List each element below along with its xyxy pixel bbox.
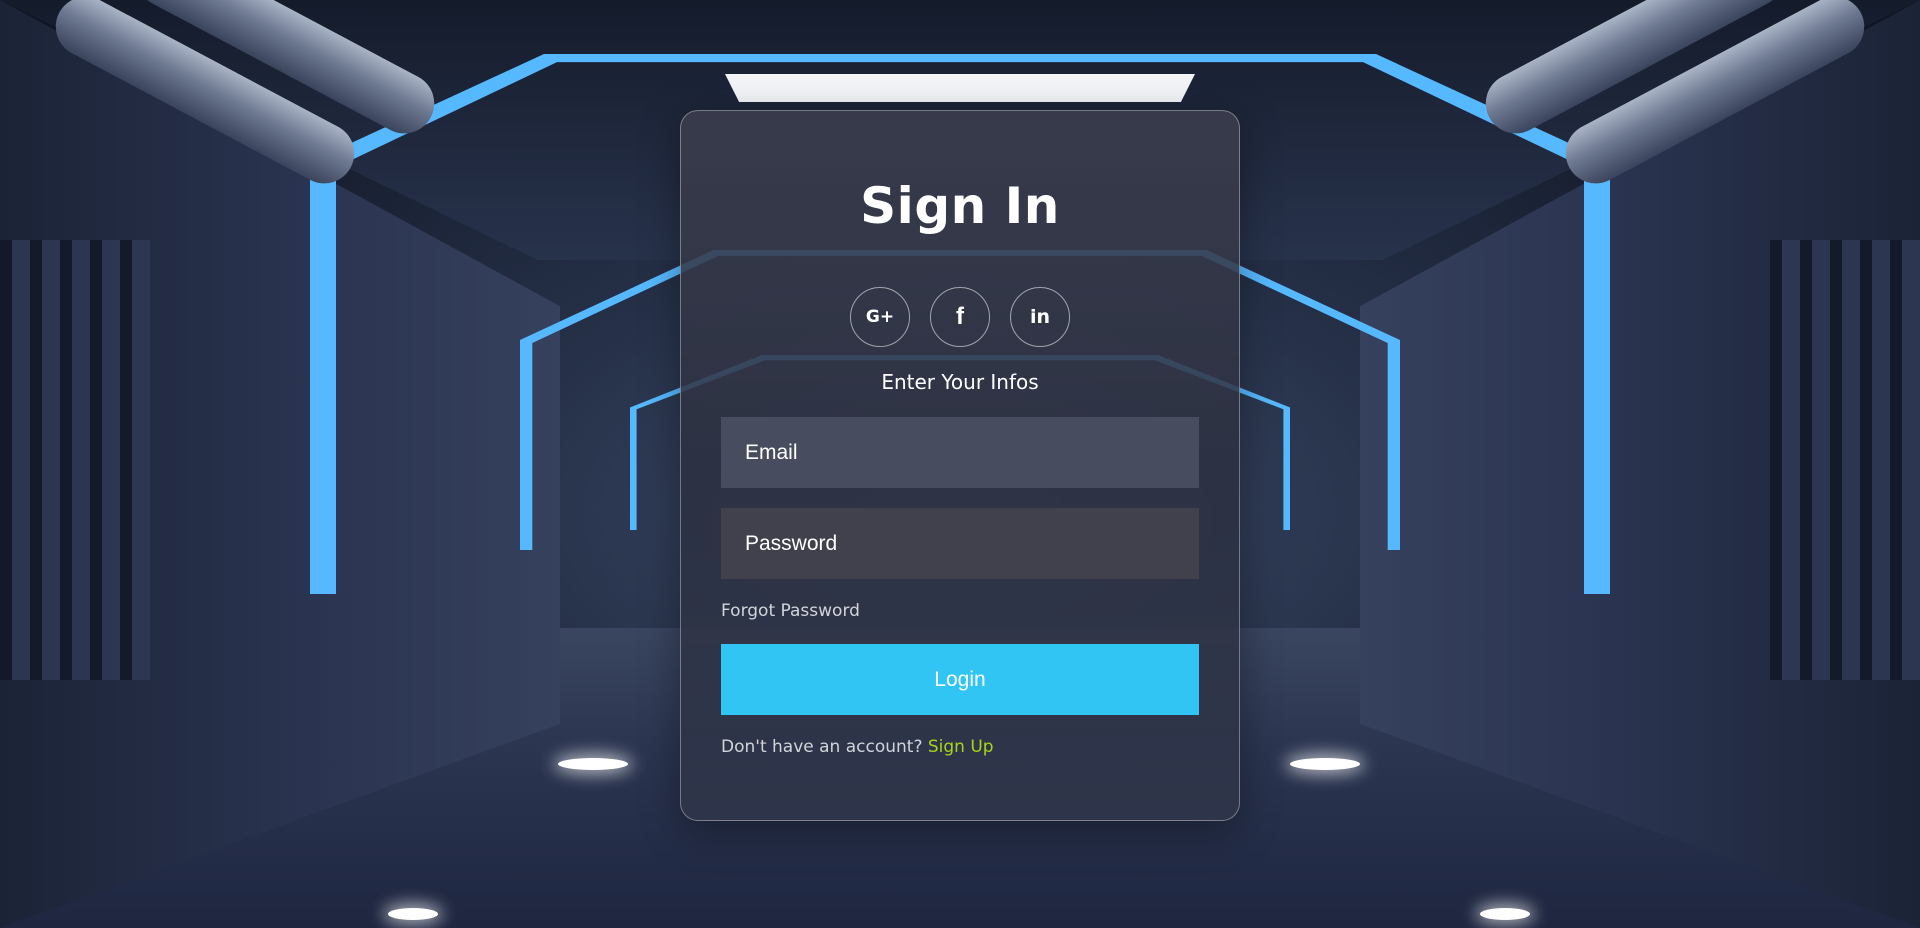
floor-light <box>388 908 438 920</box>
google-login-button[interactable]: G+ <box>850 287 910 347</box>
floor-light <box>558 758 628 770</box>
facebook-login-button[interactable]: f <box>930 287 990 347</box>
login-button[interactable]: Login <box>721 644 1199 715</box>
sign-in-card: Sign In G+ f in Enter Your Infos Forgot … <box>680 110 1240 821</box>
floor-light <box>1290 758 1360 770</box>
floor-light <box>1480 908 1530 920</box>
signup-prompt: Don't have an account? <box>721 737 923 757</box>
google-plus-icon: G+ <box>865 307 895 327</box>
forgot-password-link[interactable]: Forgot Password <box>721 601 860 621</box>
form-subtitle: Enter Your Infos <box>881 370 1039 394</box>
linkedin-login-button[interactable]: in <box>1010 287 1070 347</box>
signup-link[interactable]: Sign Up <box>928 737 994 757</box>
email-input[interactable] <box>721 417 1199 488</box>
social-login-group: G+ f in <box>681 287 1239 347</box>
facebook-icon: f <box>956 303 964 330</box>
wall-vents-left <box>0 240 150 680</box>
wall-vents-right <box>1770 240 1920 680</box>
ceiling-light <box>725 74 1195 102</box>
password-input[interactable] <box>721 508 1199 579</box>
page-title: Sign In <box>860 177 1060 235</box>
linkedin-icon: in <box>1029 306 1051 328</box>
signup-row: Don't have an account? Sign Up <box>721 737 994 757</box>
